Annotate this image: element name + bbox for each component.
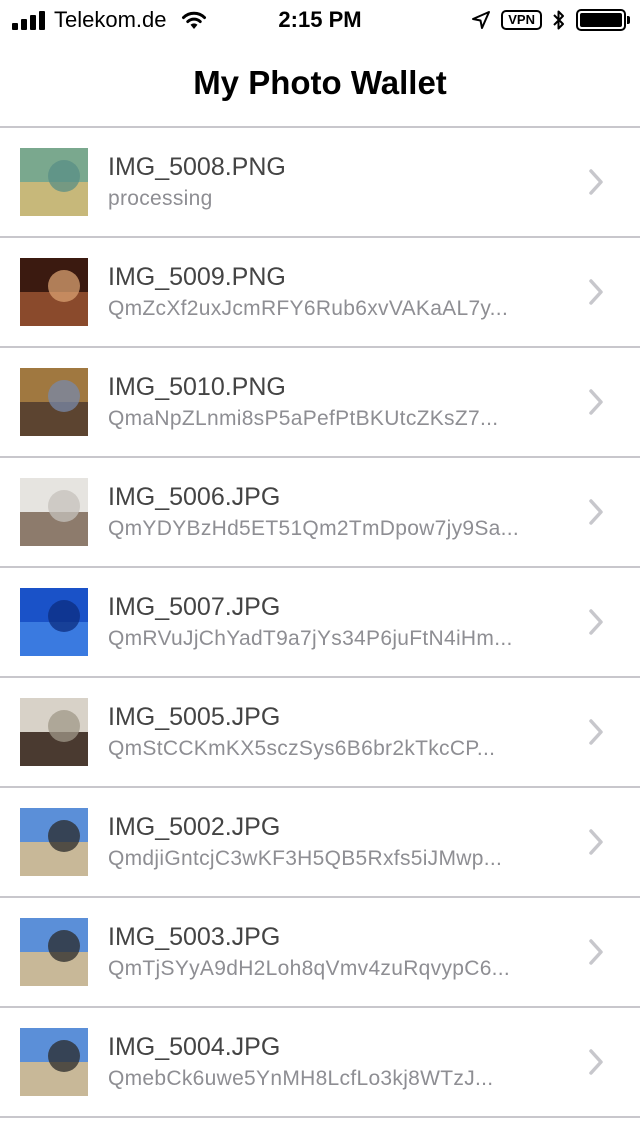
row-text: IMG_5005.JPG QmStCCKmKX5sczSys6B6br2kTkc… bbox=[108, 702, 568, 762]
row-text: IMG_5003.JPG QmTjSYyA9dH2Loh8qVmv4zuRqvy… bbox=[108, 922, 568, 982]
photo-list-item[interactable]: IMG_5009.PNG QmZcXf2uxJcmRFY6Rub6xvVAKaA… bbox=[0, 238, 640, 348]
file-hash: QmRVuJjChYadT9a7jYs34P6juFtN4iHm... bbox=[108, 627, 513, 650]
photo-thumbnail bbox=[20, 808, 88, 876]
file-hash: QmTjSYyA9dH2Loh8qVmv4zuRqvypC6... bbox=[108, 957, 511, 980]
chevron-right-icon bbox=[589, 169, 603, 195]
bluetooth-icon bbox=[553, 10, 564, 30]
file-hash: QmaNpZLnmi8sP5aPefPtBKUtcZKsZ7... bbox=[108, 407, 499, 430]
photo-thumbnail bbox=[20, 918, 88, 986]
file-name: IMG_5003.JPG bbox=[108, 923, 281, 951]
photo-thumbnail bbox=[20, 478, 88, 546]
chevron-right-icon bbox=[589, 499, 603, 525]
file-hash: QmZcXf2uxJcmRFY6Rub6xvVAKaAL7y... bbox=[108, 297, 509, 320]
photo-list-item[interactable]: IMG_5004.JPG QmebCk6uwe5YnMH8LcfLo3kj8WT… bbox=[0, 1008, 640, 1118]
row-text: IMG_5008.PNG processing bbox=[108, 152, 568, 212]
battery-icon bbox=[576, 9, 630, 31]
row-text: IMG_5009.PNG QmZcXf2uxJcmRFY6Rub6xvVAKaA… bbox=[108, 262, 568, 322]
photo-thumbnail bbox=[20, 588, 88, 656]
photo-list-item[interactable]: IMG_5003.JPG QmTjSYyA9dH2Loh8qVmv4zuRqvy… bbox=[0, 898, 640, 1008]
file-hash: QmebCk6uwe5YnMH8LcfLo3kj8WTzJ... bbox=[108, 1067, 494, 1090]
file-name: IMG_5006.JPG bbox=[108, 483, 281, 511]
chevron-right-icon bbox=[589, 279, 603, 305]
status-bar: Telekom.de 2:15 PM VPN bbox=[0, 0, 640, 40]
screen: Telekom.de 2:15 PM VPN My Photo Wallet I… bbox=[0, 0, 640, 1136]
file-hash: QmStCCKmKX5sczSys6B6br2kTkcCP... bbox=[108, 737, 496, 760]
file-name: IMG_5002.JPG bbox=[108, 813, 281, 841]
battery-fill bbox=[580, 13, 622, 27]
row-text: IMG_5004.JPG QmebCk6uwe5YnMH8LcfLo3kj8WT… bbox=[108, 1032, 568, 1092]
status-right: VPN bbox=[471, 8, 630, 32]
file-hash: QmYDYBzHd5ET51Qm2TmDpow7jy9Sa... bbox=[108, 517, 520, 540]
photo-thumbnail bbox=[20, 698, 88, 766]
navigation-bar: My Photo Wallet bbox=[0, 40, 640, 128]
chevron-right-icon bbox=[589, 389, 603, 415]
photo-list: IMG_5008.PNG processing IMG_5009.PNG QmZ… bbox=[0, 128, 640, 1118]
chevron-right-icon bbox=[589, 1049, 603, 1075]
chevron-right-icon bbox=[589, 829, 603, 855]
photo-list-item[interactable]: IMG_5010.PNG QmaNpZLnmi8sP5aPefPtBKUtcZK… bbox=[0, 348, 640, 458]
photo-list-item[interactable]: IMG_5007.JPG QmRVuJjChYadT9a7jYs34P6juFt… bbox=[0, 568, 640, 678]
row-text: IMG_5006.JPG QmYDYBzHd5ET51Qm2TmDpow7jy9… bbox=[108, 482, 568, 542]
photo-list-item[interactable]: IMG_5002.JPG QmdjiGntcjC3wKF3H5QB5Rxfs5i… bbox=[0, 788, 640, 898]
photo-thumbnail bbox=[20, 1028, 88, 1096]
file-hash: processing bbox=[108, 187, 213, 210]
file-name: IMG_5007.JPG bbox=[108, 593, 281, 621]
file-hash: QmdjiGntcjC3wKF3H5QB5Rxfs5iJMwp... bbox=[108, 847, 503, 870]
photo-list-item[interactable]: IMG_5005.JPG QmStCCKmKX5sczSys6B6br2kTkc… bbox=[0, 678, 640, 788]
file-name: IMG_5009.PNG bbox=[108, 263, 286, 291]
chevron-right-icon bbox=[589, 609, 603, 635]
row-text: IMG_5007.JPG QmRVuJjChYadT9a7jYs34P6juFt… bbox=[108, 592, 568, 652]
file-name: IMG_5005.JPG bbox=[108, 703, 281, 731]
page-title: My Photo Wallet bbox=[193, 64, 447, 101]
photo-thumbnail bbox=[20, 368, 88, 436]
photo-thumbnail bbox=[20, 258, 88, 326]
row-text: IMG_5002.JPG QmdjiGntcjC3wKF3H5QB5Rxfs5i… bbox=[108, 812, 568, 872]
vpn-badge: VPN bbox=[501, 10, 542, 30]
photo-list-item[interactable]: IMG_5006.JPG QmYDYBzHd5ET51Qm2TmDpow7jy9… bbox=[0, 458, 640, 568]
location-icon bbox=[472, 11, 491, 29]
chevron-right-icon bbox=[589, 939, 603, 965]
row-text: IMG_5010.PNG QmaNpZLnmi8sP5aPefPtBKUtcZK… bbox=[108, 372, 568, 432]
file-name: IMG_5008.PNG bbox=[108, 153, 286, 181]
photo-list-item[interactable]: IMG_5008.PNG processing bbox=[0, 128, 640, 238]
file-name: IMG_5010.PNG bbox=[108, 373, 286, 401]
file-name: IMG_5004.JPG bbox=[108, 1033, 281, 1061]
chevron-right-icon bbox=[589, 719, 603, 745]
photo-thumbnail bbox=[20, 148, 88, 216]
